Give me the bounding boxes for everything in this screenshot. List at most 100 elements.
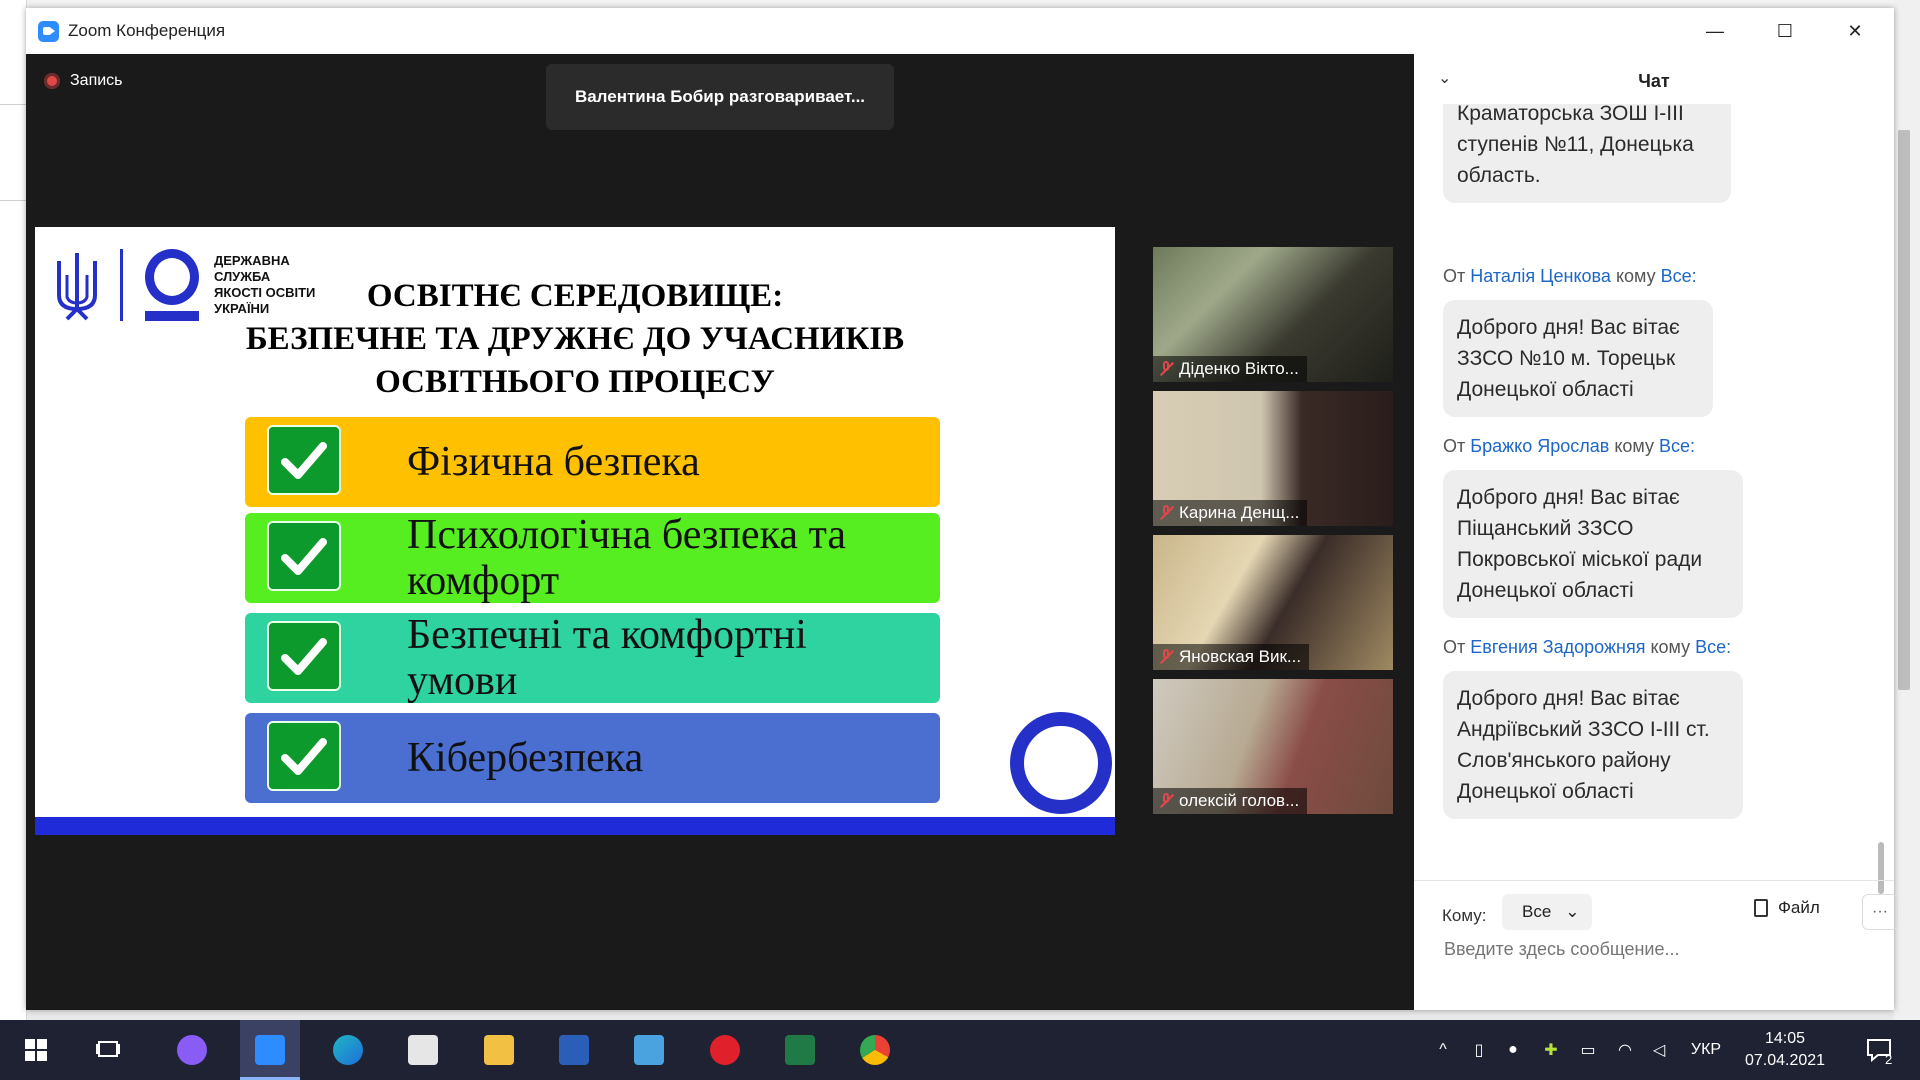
opera-icon <box>710 1035 740 1065</box>
participant-name: Яновская Вик... <box>1179 647 1302 666</box>
window-title: Zoom Конференция <box>68 21 226 40</box>
from-prefix: От <box>1443 637 1466 657</box>
maximize-button[interactable]: ☐ <box>1750 8 1820 54</box>
chevron-down-icon: ⌄ <box>1565 902 1580 921</box>
notification-center-button[interactable]: 2 <box>1855 1020 1905 1080</box>
agency-logo-ring <box>145 249 199 305</box>
recipient-select[interactable]: Все ⌄ <box>1502 894 1592 930</box>
chevron-up-icon[interactable]: ^ <box>1430 1020 1456 1080</box>
slide-item-label: Кібербезпека <box>407 735 644 781</box>
chat-message-bubble: Доброго дня! Вас вітає ЗЗСО №10 м. Торец… <box>1443 300 1713 417</box>
slide-item-label: Фізична безпека <box>407 439 700 485</box>
muted-mic-icon <box>1159 793 1173 809</box>
sender-name[interactable]: Бражко Ярослав <box>1470 436 1609 456</box>
muted-mic-icon <box>1159 361 1173 377</box>
minimize-button[interactable]: — <box>1680 8 1750 54</box>
taskbar-app-chrome[interactable] <box>845 1020 905 1080</box>
checkmark-icon <box>267 721 341 791</box>
chat-scrollbar-thumb[interactable] <box>1878 842 1884 894</box>
chat-title: Чат <box>1638 71 1670 91</box>
participant-video-tile[interactable]: Діденко Вікто... <box>1153 247 1393 382</box>
chat-message-input[interactable] <box>1442 938 1866 961</box>
active-speaker-banner: Валентина Бобир разговаривает... <box>546 64 894 130</box>
wifi-icon[interactable]: ◠ <box>1612 1020 1638 1080</box>
taskbar-app-control-panel[interactable] <box>619 1020 679 1080</box>
chat-message-list[interactable]: Краматорська ЗОШ I-III ступенів №11, Дон… <box>1414 104 1874 877</box>
slide-item-label: Психологічна безпека та комфорт <box>407 512 846 604</box>
clock-time: 14:05 <box>1764 1030 1806 1047</box>
slide-item: Фізична безпека <box>245 417 940 507</box>
start-button[interactable] <box>6 1020 66 1080</box>
zoom-window: Zoom Конференция — ☐ ✕ Запись Валентина … <box>26 8 1898 1010</box>
notification-count: 2 <box>1885 1052 1893 1067</box>
taskbar-app-zoom[interactable] <box>240 1020 300 1080</box>
taskbar-app-word[interactable] <box>544 1020 604 1080</box>
participant-name: олексій голов... <box>1179 791 1300 810</box>
chat-message-bubble: Доброго дня! Вас вітає Андріївський ЗЗСО… <box>1443 671 1743 819</box>
participant-name: Карина Денщ... <box>1179 503 1300 522</box>
slide-title: ОСВІТНЄ СЕРЕДОВИЩЕ: БЕЗПЕЧНЕ ТА ДРУЖНЄ Д… <box>245 278 905 400</box>
muted-mic-icon <box>1159 649 1173 665</box>
taskbar-app-opera[interactable] <box>695 1020 755 1080</box>
background-scrollbar[interactable] <box>1894 0 1920 1020</box>
to-prefix: кому <box>1650 637 1691 657</box>
store-icon <box>408 1035 438 1065</box>
slide-item: Психологічна безпека та комфорт <box>245 512 940 604</box>
microphone-icon[interactable]: ● <box>1500 1020 1526 1080</box>
slide-bottom-bar <box>35 817 1115 835</box>
taskbar-app-explorer[interactable] <box>469 1020 529 1080</box>
edge-icon <box>333 1035 363 1065</box>
recipient-select-value: Все <box>1522 902 1552 921</box>
participant-name-tag: Карина Денщ... <box>1153 500 1308 526</box>
recipient-label: Кому: <box>1442 906 1487 925</box>
participant-name: Діденко Вікто... <box>1179 359 1299 378</box>
taskbar-app-alice[interactable] <box>162 1020 222 1080</box>
taskbar-app-excel[interactable] <box>770 1020 830 1080</box>
sender-name[interactable]: Наталія Ценкова <box>1470 266 1611 286</box>
chat-scrollbar[interactable] <box>1876 120 1886 894</box>
language-indicator[interactable]: УКР <box>1682 1020 1730 1080</box>
folder-icon <box>484 1035 514 1065</box>
chat-message-meta: От Евгения Задорожняя кому Все: <box>1443 637 1731 658</box>
checkmark-icon <box>267 521 341 591</box>
chat-header: ⌄ Чат <box>1414 54 1894 104</box>
recipient-name: Все: <box>1660 266 1697 286</box>
participant-video-tile[interactable]: Яновская Вик... <box>1153 535 1393 670</box>
participant-video-tile[interactable]: олексій голов... <box>1153 679 1393 814</box>
chat-message-bubble: Доброго дня! Вас вітає Піщанський ЗЗСО П… <box>1443 470 1743 618</box>
windows-icon <box>25 1039 47 1061</box>
zoom-icon <box>255 1035 285 1065</box>
close-button[interactable]: ✕ <box>1820 8 1890 54</box>
file-icon <box>1754 899 1768 917</box>
battery-icon[interactable]: ▭ <box>1574 1020 1602 1080</box>
checkmark-icon <box>267 425 341 495</box>
plus-badge-icon[interactable]: ✚ <box>1538 1020 1564 1080</box>
device-icon[interactable]: ▯ <box>1466 1020 1492 1080</box>
participant-name-tag: олексій голов... <box>1153 788 1308 814</box>
to-prefix: кому <box>1615 266 1656 286</box>
slide-item: Безпечні та комфортні умови <box>245 612 940 704</box>
slide-item-label: Безпечні та комфортні умови <box>407 612 807 704</box>
meeting-view: Запись Валентина Бобир разговаривает... … <box>26 54 1414 1010</box>
excel-icon <box>785 1035 815 1065</box>
taskbar-app-store[interactable] <box>393 1020 453 1080</box>
desktop-background <box>0 0 1920 8</box>
participant-name-tag: Яновская Вик... <box>1153 644 1310 670</box>
task-view-icon <box>96 1041 120 1057</box>
word-icon <box>559 1035 589 1065</box>
participant-name-tag: Діденко Вікто... <box>1153 356 1307 382</box>
more-options-button[interactable]: ··· <box>1862 894 1898 930</box>
task-view-button[interactable] <box>78 1020 138 1080</box>
participant-video-tile[interactable]: Карина Денщ... <box>1153 391 1393 526</box>
sender-name[interactable]: Евгения Задорожняя <box>1470 637 1645 657</box>
file-button[interactable]: Файл <box>1754 898 1820 918</box>
recording-indicator[interactable]: Запись <box>44 72 123 90</box>
checkmark-icon <box>267 621 341 691</box>
taskbar-app-edge[interactable] <box>318 1020 378 1080</box>
chrome-icon <box>860 1035 890 1065</box>
trident-logo-icon <box>57 253 97 321</box>
clock[interactable]: 14:05 07.04.2021 <box>1740 1028 1830 1072</box>
chat-message-meta: От Бражко Ярослав кому Все: <box>1443 436 1695 457</box>
decorative-ring <box>1010 712 1112 814</box>
volume-icon[interactable]: ◁ <box>1646 1020 1672 1080</box>
